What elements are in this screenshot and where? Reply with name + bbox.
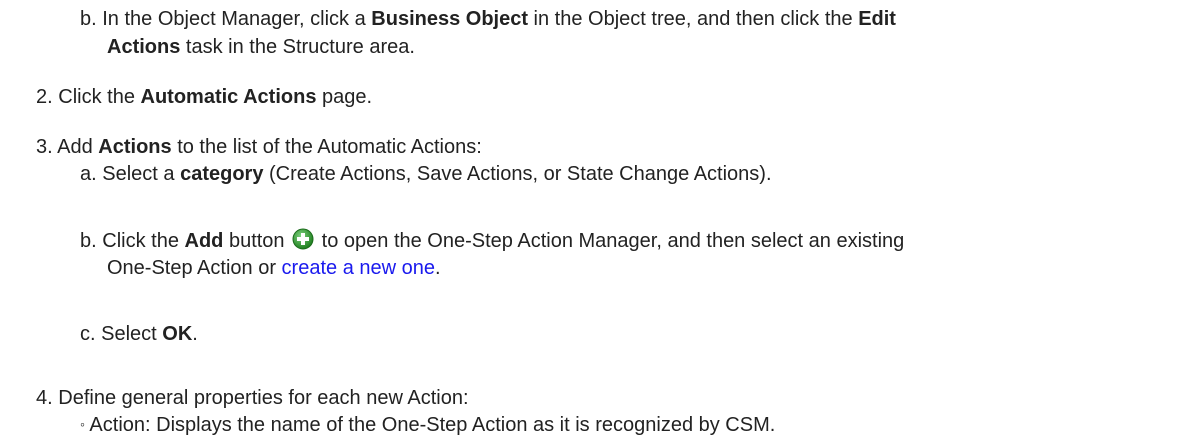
bullet-marker: ◦ (80, 416, 85, 432)
step-3b-line1: b. Click the Add button to open the One-… (80, 228, 905, 252)
step-marker: b. (80, 230, 97, 252)
step-marker: 4. (36, 387, 53, 409)
step-marker: 3. (36, 136, 53, 158)
step-marker: c. (80, 323, 96, 345)
step-3c: c. Select OK. (80, 323, 198, 345)
step-4-bullet: ◦ Action: Displays the name of the One-S… (80, 414, 776, 436)
step-3a: a. Select a category (Create Actions, Sa… (80, 163, 772, 185)
step-1b-line1: b. In the Object Manager, click a Busine… (80, 8, 896, 30)
create-new-link[interactable]: create a new one (282, 257, 435, 279)
step-3: 3. Add Actions to the list of the Automa… (36, 136, 482, 158)
step-3b-line2: One-Step Action or create a new one. (107, 257, 441, 279)
step-marker: a. (80, 163, 97, 185)
step-marker: 2. (36, 86, 53, 108)
add-circle-icon (292, 228, 314, 250)
step-marker: b. (80, 8, 97, 30)
step-1b-line2: Actions task in the Structure area. (107, 36, 415, 58)
step-2: 2. Click the Automatic Actions page. (36, 86, 373, 108)
step-4: 4. Define general properties for each ne… (36, 387, 469, 409)
